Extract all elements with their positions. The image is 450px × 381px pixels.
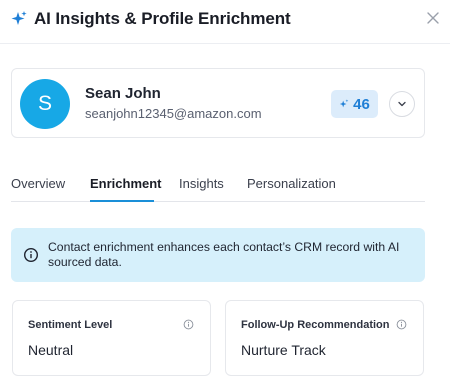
info-icon: [23, 247, 39, 263]
tab-enrichment[interactable]: Enrichment: [90, 176, 162, 202]
tab-overview[interactable]: Overview: [11, 176, 65, 201]
metric-label: Follow-Up Recommendation: [241, 319, 390, 331]
ai-score-badge[interactable]: 46: [331, 90, 378, 118]
expand-profile-button[interactable]: [389, 91, 415, 117]
info-banner: Contact enrichment enhances each contact…: [11, 228, 425, 282]
info-banner-text: Contact enrichment enhances each contact…: [48, 240, 400, 269]
profile-card: S Sean John seanjohn12345@amazon.com 46: [11, 68, 425, 138]
metric-label: Sentiment Level: [28, 319, 113, 331]
contact-name: Sean John: [85, 85, 161, 102]
metric-value: Neutral: [28, 342, 74, 358]
tab-personalization[interactable]: Personalization: [247, 176, 336, 201]
sentiment-level-card: Sentiment Level Neutral: [12, 300, 211, 376]
sparkle-icon: [339, 99, 349, 108]
follow-up-recommendation-card: Follow-Up Recommendation Nurture Track: [225, 300, 424, 376]
dialog-header: AI Insights & Profile Enrichment: [0, 0, 450, 44]
metric-value: Nurture Track: [241, 342, 326, 358]
tab-insights[interactable]: Insights: [179, 176, 224, 201]
info-icon[interactable]: [183, 319, 194, 330]
contact-email: seanjohn12345@amazon.com: [85, 106, 262, 121]
avatar: S: [20, 79, 70, 129]
sparkle-icon: [11, 11, 27, 25]
info-icon[interactable]: [396, 319, 407, 330]
tab-bar: Overview Enrichment Insights Personaliza…: [11, 168, 425, 202]
ai-score-value: 46: [353, 95, 370, 113]
chevron-down-icon: [398, 101, 406, 107]
close-icon[interactable]: [426, 11, 440, 25]
dialog-title: AI Insights & Profile Enrichment: [34, 9, 291, 28]
